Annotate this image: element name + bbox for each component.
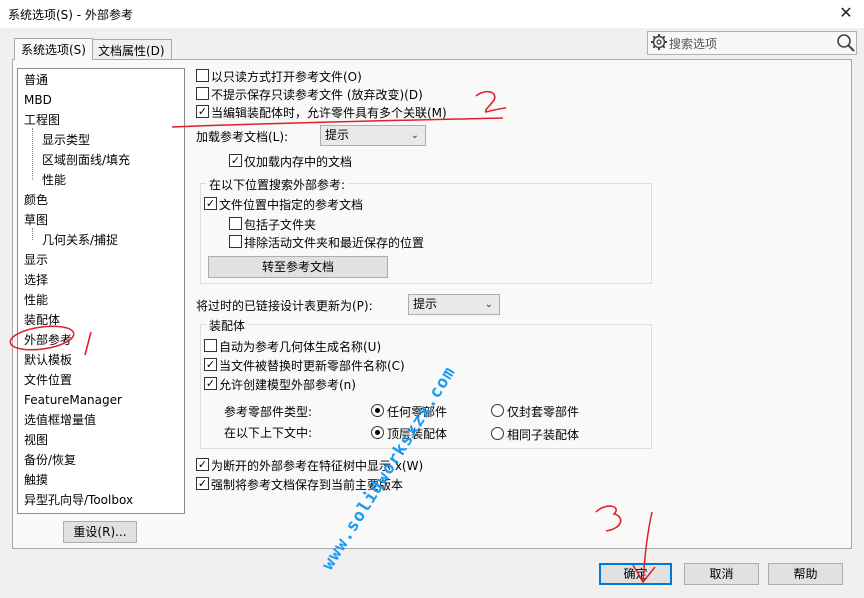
sidebar-item[interactable]: 区域剖面线/填充 [42,150,130,170]
sidebar-item[interactable]: 异型孔向导/Toolbox [24,490,133,510]
chevron-down-icon: ⌄ [484,299,493,310]
update-design-table-value: 提示 [413,297,438,311]
load-ref-docs-label: 加载参考文档(L): [196,130,289,144]
window-title: 系统选项(S) - 外部参考 [8,8,133,22]
search-group-title: 在以下位置搜索外部参考: [206,176,349,193]
sidebar-item[interactable]: 触摸 [24,470,48,490]
checkbox-no-prompt-save[interactable] [196,87,209,100]
search-placeholder: 搜索选项 [669,37,718,51]
no-prompt-save-label: 不提示保存只读参考文件 (放弃改变)(D) [211,88,423,102]
gear-icon [651,34,667,50]
sidebar-item[interactable]: 默认模板 [24,350,72,370]
reset-button[interactable]: 重设(R)... [63,521,137,543]
radio-top-assembly[interactable] [371,426,384,439]
search-icon[interactable] [836,33,856,53]
sidebar-item[interactable]: 显示类型 [42,130,90,150]
checkbox-show-broken-refs[interactable]: ✓ [196,458,209,471]
load-memory-only-label: 仅加载内存中的文档 [244,155,353,169]
open-readonly-label: 以只读方式打开参考文件(O) [211,70,362,84]
checkbox-load-memory-only[interactable]: ✓ [229,154,242,167]
sidebar-item[interactable]: 性能 [42,170,66,190]
sidebar-item[interactable]: 工程图 [24,110,60,130]
sidebar-item[interactable]: 外部参考 [24,330,72,350]
sidebar-item[interactable]: MBD [24,90,52,110]
update-design-table-label: 将过时的已链接设计表更新为(P): [196,299,373,313]
sidebar-item[interactable]: 装配体 [24,310,60,330]
sidebar-item[interactable]: 备份/恢复 [24,450,76,470]
options-category-list[interactable]: 普通 MBD 工程图 显示类型 区域剖面线/填充 性能 颜色 草图 几何关系/捕捉 显示 选择 性能装… [17,68,185,514]
radio-envelope-only[interactable] [491,404,504,417]
help-button[interactable]: 帮助 [768,563,843,585]
checkbox-update-part-names[interactable]: ✓ [204,358,217,371]
update-design-table-select[interactable]: 提示 ⌄ [408,294,500,315]
sidebar-item[interactable]: 视图 [24,430,48,450]
checkbox-allow-multi-context[interactable]: ✓ [196,105,209,118]
sidebar-item[interactable]: 文件位置 [24,370,72,390]
assembly-group-title: 装配体 [206,317,249,334]
exclude-active-label: 排除活动文件夹和最近保存的位置 [244,236,425,250]
context-label: 在以下上下文中: [224,426,313,440]
auto-name-geometry-label: 自动为参考几何体生成名称(U) [219,340,382,354]
cancel-button[interactable]: 取消 [684,563,759,585]
envelope-only-label: 仅封套零部件 [507,405,580,419]
sidebar-item[interactable]: 选值框增量值 [24,410,96,430]
include-subfolders-label: 包括子文件夹 [244,218,317,232]
ok-button[interactable]: 确定 [599,563,672,585]
update-part-names-label: 当文件被替换时更新零部件名称(C) [219,359,405,373]
sidebar-item[interactable]: 性能 [24,290,48,310]
goto-ref-docs-button[interactable]: 转至参考文档 [208,256,388,278]
load-ref-docs-select[interactable]: 提示 ⌄ [320,125,426,146]
close-icon[interactable]: ✕ [834,3,858,23]
radio-any-part[interactable] [371,404,384,417]
radio-same-sub[interactable] [491,427,504,440]
checkbox-search-file-location[interactable]: ✓ [204,197,217,210]
search-file-location-label: 文件位置中指定的参考文档 [219,198,364,212]
allow-create-external-label: 允许创建模型外部参考(n) [219,378,356,392]
sidebar-item[interactable]: FeatureManager [24,390,122,410]
allow-multi-context-label: 当编辑装配体时，允许零件具有多个关联(M) [211,106,447,120]
checkbox-open-readonly[interactable] [196,69,209,82]
sidebar-item[interactable]: 普通 [24,70,48,90]
load-ref-docs-value: 提示 [325,128,350,142]
sidebar-item[interactable]: 草图 [24,210,48,230]
chevron-down-icon: ⌄ [410,130,419,141]
tree-line [32,128,33,180]
checkbox-force-save-version[interactable]: ✓ [196,477,209,490]
same-sub-label: 相同子装配体 [507,428,580,442]
tree-line [32,228,33,240]
checkbox-include-subfolders[interactable] [229,217,242,230]
sidebar-item[interactable]: 颜色 [24,190,48,210]
sidebar-item[interactable]: 几何关系/捕捉 [42,230,118,250]
checkbox-auto-name-geometry[interactable] [204,339,217,352]
sidebar-item[interactable]: 选择 [24,270,48,290]
ref-part-type-label: 参考零部件类型: [224,405,313,419]
tab-system-options[interactable]: 系统选项(S) [14,38,93,60]
checkbox-exclude-active[interactable] [229,235,242,248]
sidebar-item[interactable]: 显示 [24,250,48,270]
tab-document-properties[interactable]: 文档属性(D) [91,39,172,59]
checkbox-allow-create-external[interactable]: ✓ [204,377,217,390]
